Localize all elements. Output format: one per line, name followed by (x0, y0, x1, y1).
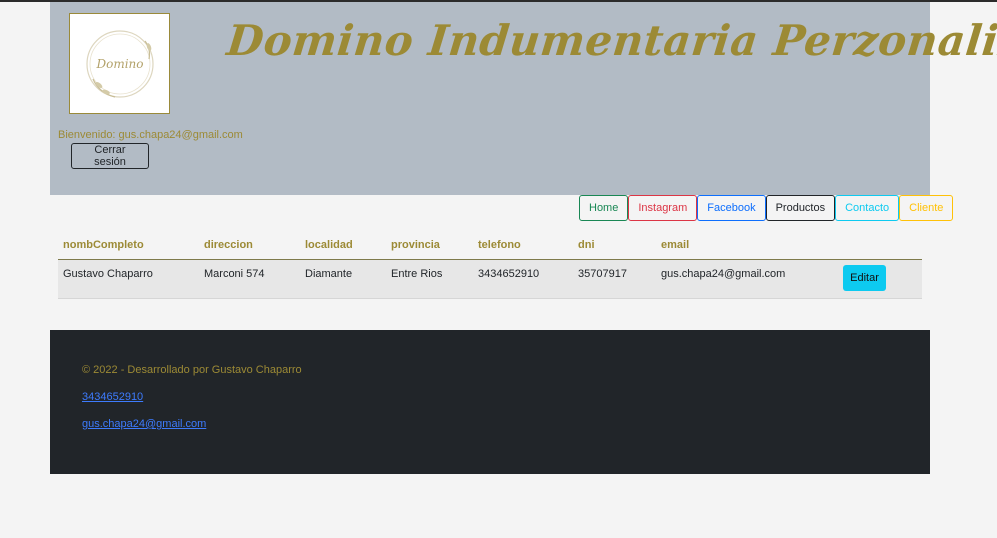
header-email: email (661, 239, 690, 251)
footer-phone-link[interactable]: 3434652910 (82, 391, 143, 403)
wreath-icon: Domino (85, 29, 154, 98)
nav-contacto-button[interactable]: Contacto (835, 195, 900, 221)
header-telefono: telefono (478, 239, 521, 251)
cell-email: gus.chapa24@gmail.com (661, 268, 786, 280)
logout-button[interactable]: Cerrar sesión (71, 143, 149, 169)
nav-productos-button[interactable]: Productos (765, 195, 836, 221)
nav-cliente-button[interactable]: Cliente (899, 195, 954, 221)
footer-copyright: © 2022 - Desarrollado por Gustavo Chapar… (82, 364, 302, 376)
nav-instagram-button[interactable]: Instagram (628, 195, 698, 221)
cell-nombcompleto: Gustavo Chaparro (63, 268, 153, 280)
cell-provincia: Entre Rios (391, 268, 443, 280)
nav-home-button[interactable]: Home (579, 195, 629, 221)
header-direccion: direccion (204, 239, 253, 251)
cell-direccion: Marconi 574 (204, 268, 265, 280)
site-header: Domino Domino Indumentaria Perzonalizada… (50, 2, 997, 195)
header-nombcompleto: nombCompleto (63, 239, 144, 251)
header-provincia: provincia (391, 239, 440, 251)
client-table: nombCompleto direccion localidad provinc… (58, 234, 922, 299)
nav-facebook-button[interactable]: Facebook (697, 195, 766, 221)
page-container: Domino Domino Indumentaria Perzonalizada… (50, 2, 997, 474)
table-header-row: nombCompleto direccion localidad provinc… (58, 234, 922, 260)
site-footer: © 2022 - Desarrollado por Gustavo Chapar… (50, 330, 930, 474)
nav-bar: Home Instagram Facebook Productos Contac… (579, 195, 954, 222)
brand-logo: Domino (69, 13, 170, 114)
cell-telefono: 3434652910 (478, 268, 540, 280)
footer-email-link[interactable]: gus.chapa24@gmail.com (82, 418, 206, 430)
table-row: Gustavo Chaparro Marconi 574 Diamante En… (58, 260, 922, 299)
svg-text:Domino: Domino (95, 57, 143, 71)
edit-button[interactable]: Editar (843, 265, 886, 291)
cell-dni: 35707917 (578, 268, 627, 280)
header-localidad: localidad (305, 239, 353, 251)
welcome-text: Bienvenido: gus.chapa24@gmail.com (58, 129, 243, 141)
cell-localidad: Diamante (305, 268, 353, 280)
header-dni: dni (578, 239, 595, 251)
brand-title: Domino Indumentaria Perzonalizada (224, 16, 997, 65)
